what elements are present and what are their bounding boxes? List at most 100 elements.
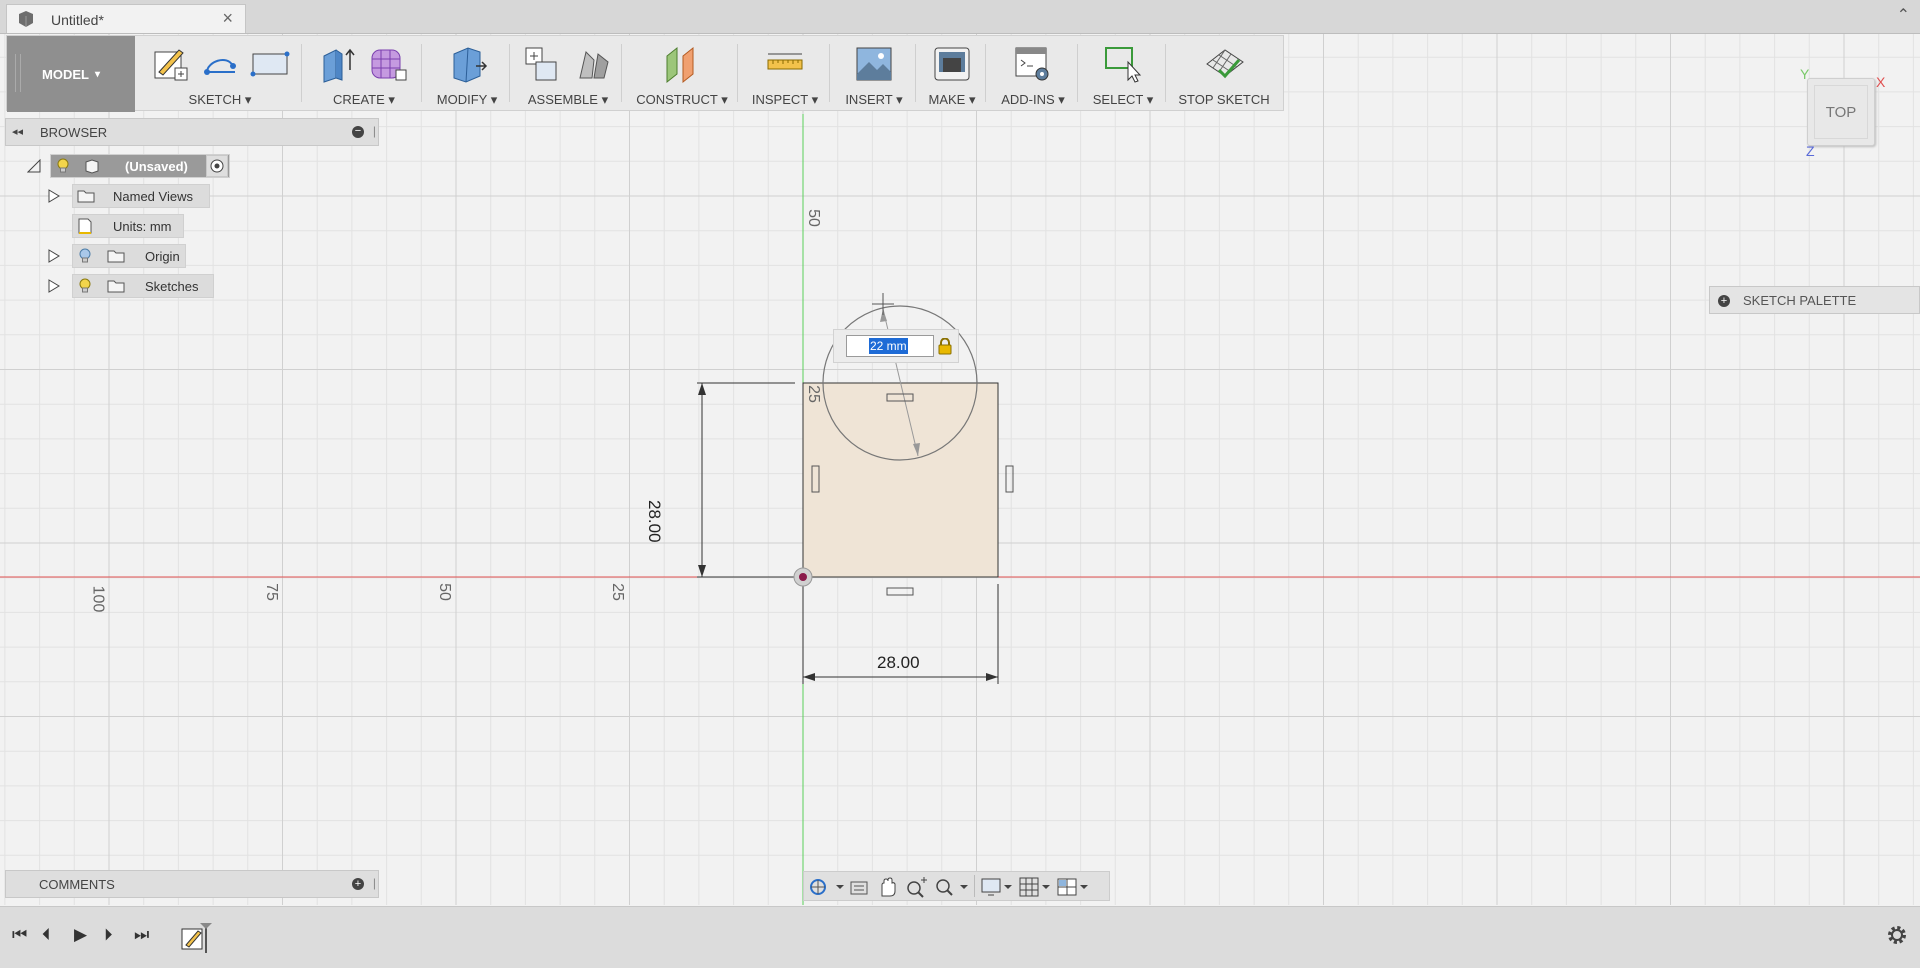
insert-image-icon[interactable] bbox=[853, 44, 895, 84]
assemble-group[interactable]: ASSEMBLE ▾ bbox=[513, 36, 623, 112]
offset-plane-icon[interactable] bbox=[661, 44, 703, 84]
canvas-viewport[interactable]: 100 75 50 25 50 25 28.00 28.00 bbox=[0, 34, 1920, 905]
expand-plus-icon[interactable]: + bbox=[1718, 295, 1730, 307]
chevron-down-icon: ▾ bbox=[896, 92, 903, 107]
make-group[interactable]: MAKE ▾ bbox=[919, 36, 985, 112]
expand-triangle-icon[interactable] bbox=[48, 249, 60, 263]
document-icon bbox=[19, 11, 33, 27]
pin-icon[interactable]: | bbox=[373, 876, 376, 890]
chevron-down-icon: ▾ bbox=[244, 92, 252, 107]
browser-panel-header[interactable]: ◂◂ BROWSER − | bbox=[5, 118, 379, 146]
timeline-sketch-feature-icon[interactable] bbox=[180, 921, 220, 961]
insert-label: INSERT bbox=[845, 92, 893, 107]
modify-group[interactable]: MODIFY ▾ bbox=[425, 36, 509, 112]
minimize-icon[interactable]: − bbox=[352, 126, 364, 138]
chevron-down-icon: ▾ bbox=[490, 92, 498, 107]
activate-component-button[interactable] bbox=[206, 155, 228, 177]
document-title: Untitled* bbox=[51, 12, 104, 28]
folder-icon bbox=[107, 280, 125, 293]
pin-icon[interactable]: | bbox=[373, 124, 376, 138]
select-group[interactable]: SELECT ▾ bbox=[1081, 36, 1165, 112]
line-tool-icon[interactable] bbox=[199, 44, 241, 84]
axis-x-label: X bbox=[1876, 74, 1886, 90]
height-dimension-label[interactable]: 28.00 bbox=[644, 500, 664, 543]
go-to-end-icon[interactable]: ⏭ bbox=[134, 925, 149, 945]
chevron-down-icon: ▾ bbox=[968, 92, 976, 107]
sketch-group[interactable]: SKETCH ▾ bbox=[143, 36, 297, 112]
joint-icon[interactable] bbox=[572, 44, 614, 84]
workspace-switcher-button[interactable]: MODEL ▾ bbox=[7, 36, 135, 112]
viewports-icon[interactable] bbox=[1056, 876, 1092, 898]
browser-title: BROWSER bbox=[40, 125, 108, 140]
pan-icon[interactable] bbox=[876, 876, 898, 898]
toolbar-grip[interactable] bbox=[15, 54, 21, 92]
modify-label: MODIFY bbox=[436, 92, 488, 107]
collapse-triangle-icon[interactable] bbox=[27, 159, 41, 173]
create-group[interactable]: CREATE ▾ bbox=[305, 36, 423, 112]
ruler-label-up-25: 25 bbox=[804, 385, 822, 403]
inspect-group[interactable]: INSPECT ▾ bbox=[741, 36, 829, 112]
lightbulb-off-icon[interactable] bbox=[79, 248, 91, 264]
settings-gear-icon[interactable] bbox=[1886, 924, 1908, 946]
close-tab-icon[interactable]: × bbox=[222, 8, 233, 29]
play-icon[interactable]: ▶ bbox=[74, 925, 87, 945]
press-pull-icon[interactable] bbox=[446, 44, 488, 84]
sketch-label: SKETCH bbox=[188, 92, 242, 107]
main-toolbar: MODEL ▾ SKETCH ▾ CREATE ▾ MODIFY ▾ ASSEM… bbox=[6, 35, 1284, 112]
navigation-bar bbox=[803, 871, 1110, 901]
root-component-label: (Unsaved) bbox=[125, 159, 188, 174]
stop-sketch-button[interactable]: STOP SKETCH bbox=[1169, 36, 1279, 112]
sketch-palette-header[interactable]: + SKETCH PALETTE bbox=[1709, 286, 1920, 314]
sketch-rectangle[interactable] bbox=[802, 382, 999, 578]
collapse-icon[interactable]: ⌃ bbox=[1897, 5, 1910, 25]
add-comment-icon[interactable]: + bbox=[352, 878, 364, 890]
chevron-down-icon: ▾ bbox=[601, 92, 609, 107]
new-component-icon[interactable] bbox=[522, 44, 564, 84]
orbit-icon[interactable] bbox=[808, 877, 844, 897]
scripts-addins-icon[interactable] bbox=[1012, 44, 1054, 84]
axis-z-label: Z bbox=[1806, 143, 1815, 159]
addins-group[interactable]: ADD-INS ▾ bbox=[989, 36, 1077, 112]
fit-zoom-icon[interactable] bbox=[934, 876, 970, 898]
go-to-start-icon[interactable]: ⏮ bbox=[12, 925, 27, 945]
radio-target-icon bbox=[210, 159, 224, 173]
collapse-panel-icon[interactable]: ◂◂ bbox=[12, 125, 23, 138]
lightbulb-icon[interactable] bbox=[79, 278, 91, 294]
chevron-down-icon: ▾ bbox=[94, 68, 100, 80]
ruler-label-up-50: 50 bbox=[804, 209, 822, 227]
step-back-icon[interactable]: ⏴ bbox=[42, 925, 51, 945]
inspect-label: INSPECT bbox=[751, 92, 808, 107]
3d-print-icon[interactable] bbox=[931, 44, 973, 84]
rectangle-tool-icon[interactable] bbox=[249, 44, 291, 84]
view-cube[interactable]: TOP bbox=[1807, 78, 1875, 146]
extrude-icon[interactable] bbox=[318, 44, 360, 84]
construct-group[interactable]: CONSTRUCT ▾ bbox=[625, 36, 739, 112]
folder-icon bbox=[107, 250, 125, 263]
form-icon[interactable] bbox=[368, 44, 410, 84]
insert-group[interactable]: INSERT ▾ bbox=[833, 36, 915, 112]
expand-triangle-icon[interactable] bbox=[48, 279, 60, 293]
chevron-down-icon: ▾ bbox=[1058, 92, 1065, 107]
grid-settings-icon[interactable] bbox=[1018, 876, 1054, 898]
width-dimension-label[interactable]: 28.00 bbox=[877, 653, 920, 673]
sketch-grid bbox=[0, 34, 1920, 905]
diameter-input[interactable]: 22 mm bbox=[846, 335, 934, 357]
lock-icon[interactable] bbox=[938, 338, 952, 355]
display-settings-icon[interactable] bbox=[980, 876, 1016, 898]
step-forward-icon[interactable]: ⏵ bbox=[104, 925, 113, 945]
stop-sketch-icon[interactable] bbox=[1203, 44, 1245, 84]
look-at-icon[interactable] bbox=[848, 877, 870, 897]
expand-triangle-icon[interactable] bbox=[48, 189, 60, 203]
ruler-label-100: 100 bbox=[89, 585, 107, 613]
select-icon[interactable] bbox=[1102, 44, 1144, 84]
component-icon bbox=[85, 159, 99, 174]
zoom-icon[interactable] bbox=[905, 876, 927, 898]
create-sketch-icon[interactable] bbox=[149, 44, 191, 84]
view-cube-top-face[interactable]: TOP bbox=[1814, 85, 1868, 139]
document-settings-icon bbox=[78, 218, 92, 234]
lightbulb-icon[interactable] bbox=[57, 158, 69, 174]
document-tab[interactable]: Untitled* × bbox=[6, 4, 246, 33]
dimension-input-box: 22 mm bbox=[833, 329, 959, 363]
measure-icon[interactable] bbox=[764, 44, 806, 84]
comments-panel-header[interactable]: COMMENTS + | bbox=[5, 870, 379, 898]
